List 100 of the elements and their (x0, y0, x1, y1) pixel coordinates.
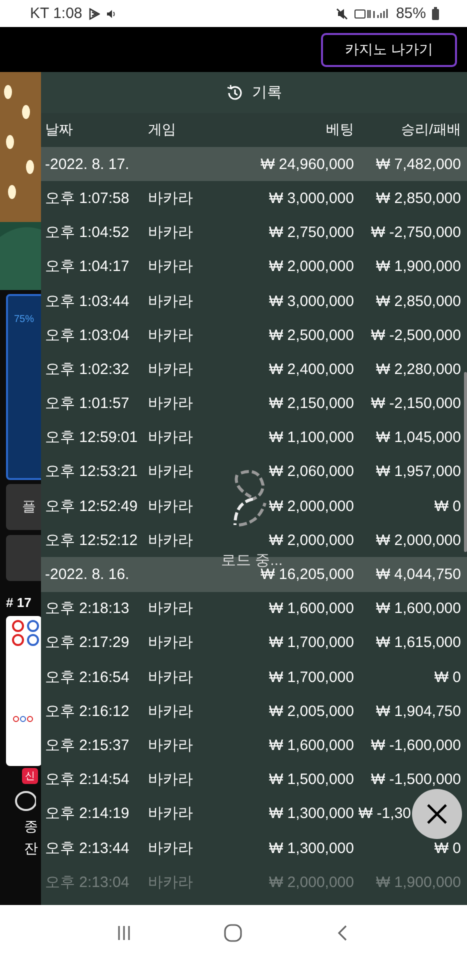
game-cell-text: 바카라 (148, 633, 194, 652)
time-cell-text: 오후 2:14:54 (45, 770, 130, 790)
bet-cell-text: ₩ 3,000,000 (268, 190, 354, 207)
bet-cell-text: ₩ 1,300,000 (268, 805, 354, 822)
panel-title: 기록 (252, 83, 282, 102)
history-icon (226, 84, 244, 102)
balance-label: 종 (24, 818, 38, 836)
bet-cell-text: ₩ 2,005,000 (268, 702, 354, 720)
result-cell-text: ₩ 1,900,000 (374, 874, 461, 891)
game-cell-text: 바카라 (148, 394, 194, 414)
result-cell-text: ₩ 1,045,000 (374, 429, 461, 446)
game-cell-text: 바카라 (148, 188, 194, 208)
time-cell-text: 오후 1:04:52 (45, 223, 130, 242)
column-header: 승리/패배 (400, 121, 461, 140)
total-bet-cell-text: ₩ 24,960,000 (260, 156, 354, 173)
time-cell-text: 오후 12:52:49 (45, 496, 139, 516)
total-result-cell-text: ₩ 4,044,750 (374, 566, 461, 584)
battery-percent: 85% (396, 5, 426, 22)
game-cell-text: 바카라 (148, 257, 194, 276)
time-cell-text: 오후 1:02:32 (45, 360, 130, 379)
time-cell-text: 오후 1:04:17 (45, 257, 130, 276)
game-cell-text: 바카라 (148, 838, 194, 858)
bet-cell-text: ₩ 1,600,000 (268, 600, 354, 618)
game-cell-text: 바카라 (148, 292, 194, 311)
game-cell-text: 바카라 (148, 736, 194, 755)
result-cell-text: ₩ 0 (433, 668, 461, 686)
time-cell-text: 오후 2:16:12 (45, 702, 130, 721)
game-button[interactable]: 플 (6, 484, 41, 530)
time-cell-text: 오후 2:18:13 (45, 599, 130, 618)
time-cell-text: 오후 2:14:19 (45, 804, 130, 824)
result-cell-text: ₩ 1,615,000 (374, 634, 461, 652)
total-bet-cell-text: ₩ 16,205,000 (260, 566, 354, 584)
exit-casino-button[interactable]: 카지노 나가기 (321, 32, 457, 66)
result-cell-text: ₩ -1,30 (357, 805, 411, 822)
result-cell-text: ₩ 0 (433, 840, 461, 857)
table-number: # 17 (6, 595, 32, 610)
result-cell-text: ₩ 2,850,000 (374, 292, 461, 310)
date-cell-text: -2022. 8. 16. (45, 566, 130, 584)
column-header: 베팅 (325, 121, 354, 140)
bet-cell-text: ₩ 2,000,000 (268, 874, 354, 891)
game-cell-text: 바카라 (148, 770, 194, 790)
bet-cell-text: ₩ 1,700,000 (268, 634, 354, 652)
bet-cell-text: ₩ 1,300,000 (268, 840, 354, 857)
game-cell-text: 바카라 (148, 872, 194, 892)
bet-cell-text: ₩ 1,600,000 (268, 736, 354, 754)
result-cell-text: ₩ -2,750,000 (370, 224, 461, 242)
bet-cell-text: ₩ 3,000,000 (268, 292, 354, 310)
close-button[interactable] (412, 788, 462, 839)
close-icon (426, 802, 448, 825)
bet-cell-text: ₩ 2,400,000 (268, 360, 354, 378)
game-cell-text: 바카라 (148, 702, 194, 721)
game-cell-text: 바카라 (148, 804, 194, 824)
game-cell-text: 바카라 (148, 599, 194, 618)
result-cell-text: ₩ 2,280,000 (374, 360, 461, 378)
time-cell-text: 오후 12:53:21 (45, 462, 139, 482)
progress-percent: 75% (14, 314, 34, 325)
time-cell-text: 오후 1:03:04 (45, 326, 130, 345)
time-cell-text: 오후 2:16:54 (45, 668, 130, 687)
time-cell-text: 오후 2:13:44 (45, 838, 130, 858)
result-cell-text: ₩ 1,900,000 (374, 258, 461, 276)
game-cell-text: 바카라 (148, 360, 194, 379)
volume-icon (106, 8, 116, 18)
date-cell-text: -2022. 8. 17. (45, 156, 130, 173)
bet-cell-text: ₩ 2,750,000 (268, 224, 354, 242)
time-cell-text: 오후 1:07:58 (45, 188, 130, 208)
bet-cell-text: ₩ 1,700,000 (268, 668, 354, 686)
result-cell-text: ₩ -1,600,000 (370, 736, 461, 754)
game-cell-text: 바카라 (148, 530, 194, 550)
play-icon (88, 8, 100, 20)
game-cell-text: 바카라 (148, 326, 194, 345)
result-cell-text: ₩ -2,150,000 (370, 395, 461, 412)
game-cell-text: 바카라 (148, 428, 194, 448)
result-cell-text: ₩ 1,904,750 (374, 702, 461, 720)
home-icon[interactable] (223, 922, 244, 942)
result-cell-text: ₩ 1,957,000 (374, 463, 461, 480)
time-cell-text: 오후 1:01:57 (45, 394, 130, 414)
result-cell-text: ₩ 2,850,000 (374, 190, 461, 207)
network-icon (354, 8, 390, 20)
bet-cell-text: ₩ 2,500,000 (268, 326, 354, 344)
bet-cell-text: ₩ 1,500,000 (268, 771, 354, 788)
time-cell-text: 오후 2:17:29 (45, 633, 130, 652)
bet-cell-text: ₩ 2,150,000 (268, 395, 354, 412)
game-cell-text: 바카라 (148, 223, 194, 242)
result-cell-text: ₩ -2,500,000 (370, 326, 461, 344)
time-cell-text: 오후 2:15:37 (45, 736, 130, 755)
time-cell-text: 오후 12:59:01 (45, 428, 139, 448)
result-cell-text: ₩ 1,600,000 (374, 600, 461, 618)
balance-label: 잔 (24, 840, 38, 858)
bet-cell-text: ₩ 2,000,000 (268, 498, 354, 515)
time-cell-text: 오후 2:13:04 (45, 872, 130, 892)
bet-cell-text: ₩ 2,060,000 (268, 463, 354, 480)
bet-cell-text: ₩ 1,100,000 (268, 429, 354, 446)
game-cell-text: 바카라 (148, 462, 194, 482)
battery-icon (432, 7, 439, 20)
result-cell-text: ₩ 0 (433, 498, 461, 515)
game-cell-text: 바카라 (148, 668, 194, 687)
column-header: 게임 (148, 121, 177, 140)
game-cell-text: 바카라 (148, 496, 194, 516)
bet-cell-text: ₩ 2,000,000 (268, 532, 354, 549)
column-header: 날짜 (45, 121, 74, 140)
